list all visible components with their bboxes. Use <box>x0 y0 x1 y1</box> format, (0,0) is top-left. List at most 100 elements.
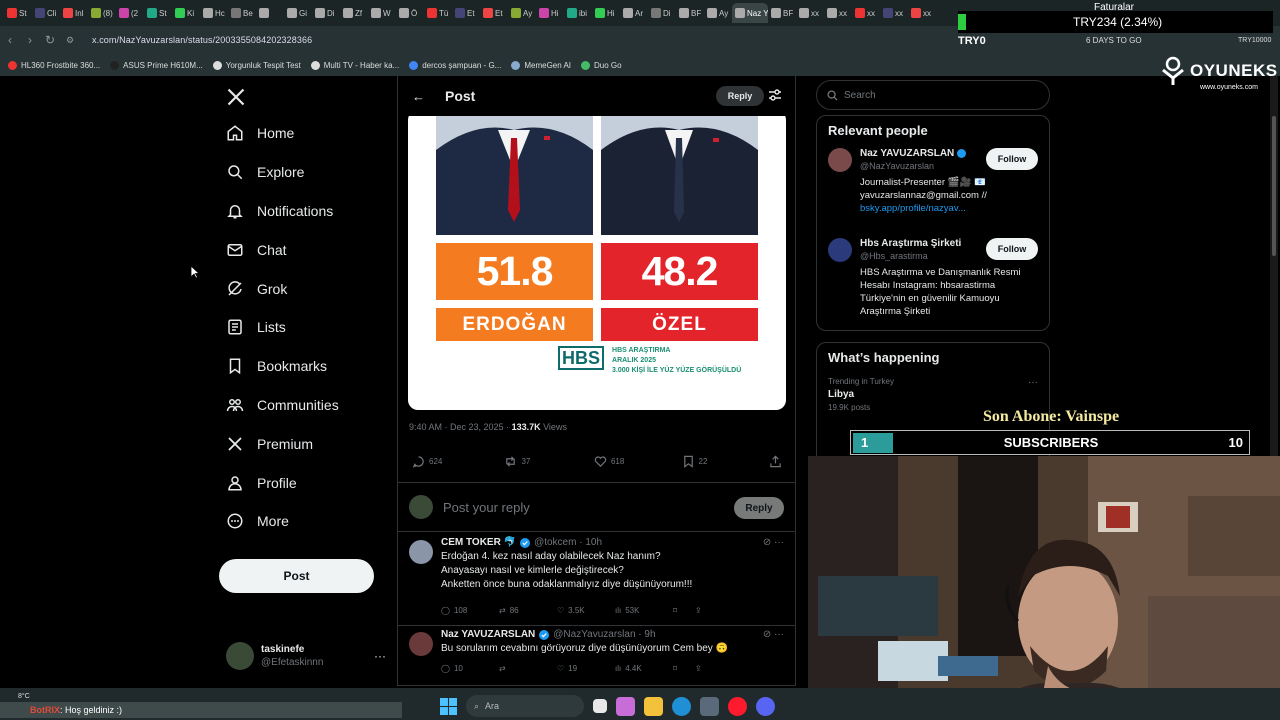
avatar[interactable] <box>409 540 433 564</box>
file-explorer-icon[interactable] <box>644 696 663 716</box>
url-field[interactable]: x.com/NazYavuzarslan/status/200335508420… <box>92 35 312 45</box>
task-view-icon[interactable] <box>593 699 607 713</box>
sidebar-item-lists[interactable]: Lists <box>212 308 392 347</box>
browser-tab[interactable]: xx <box>880 3 908 23</box>
browser-tab[interactable]: Gi <box>284 3 312 23</box>
reload-icon[interactable]: ↻ <box>40 33 60 47</box>
repost-action[interactable]: 37 <box>504 455 594 468</box>
trend-item[interactable]: Trending in Turkey Libya 19.9K posts ··· <box>828 377 1038 412</box>
person-link[interactable]: bsky.app/profile/nazyav... <box>860 202 1038 215</box>
reply-handle[interactable]: @NazYavuzarslan · 9h <box>553 629 655 640</box>
bookmark-item[interactable]: ASUS Prime H610M... <box>110 60 203 70</box>
account-switcher[interactable]: taskinefe @Efetaskinnn ··· <box>226 642 386 670</box>
like-action[interactable]: ♡ 3.5K <box>557 606 615 615</box>
bookmark-action[interactable]: ⌑ <box>673 664 695 673</box>
bookmark-item[interactable]: Multi TV - Haber ka... <box>310 60 399 70</box>
person-card[interactable]: Naz YAVUZARSLAN @NazYavuzarslan Journalis… <box>828 148 1038 228</box>
post-button[interactable]: Post <box>219 559 374 593</box>
reply-action[interactable]: ◯ 108 <box>441 606 499 615</box>
browser-tab[interactable]: Ki <box>172 3 200 23</box>
site-info-icon[interactable]: ⚙ <box>60 35 80 46</box>
share-action[interactable] <box>769 455 782 468</box>
repost-action[interactable]: ⇄ <box>499 664 557 673</box>
browser-tab[interactable]: Cli <box>32 3 60 23</box>
follow-button[interactable]: Follow <box>986 238 1038 260</box>
sidebar-item-home[interactable]: Home <box>212 114 392 153</box>
browser-tab[interactable]: Hc <box>200 3 228 23</box>
browser-tab[interactable]: Be <box>228 3 256 23</box>
sidebar-item-profile[interactable]: Profile <box>212 463 392 502</box>
bookmark-item[interactable]: dercos şampuan - G... <box>409 60 501 70</box>
browser-tab[interactable]: xx <box>824 3 852 23</box>
more-dots-icon[interactable]: ··· <box>374 649 386 663</box>
browser-tab[interactable]: Ar <box>620 3 648 23</box>
reply-handle[interactable]: @tokcem · 10h <box>534 537 602 548</box>
sidebar-item-more[interactable]: More <box>212 502 392 541</box>
browser-tab[interactable]: W <box>368 3 396 23</box>
sidebar-item-premium[interactable]: Premium <box>212 424 392 463</box>
follow-button[interactable]: Follow <box>986 148 1038 170</box>
reply-action[interactable]: ◯ 10 <box>441 664 499 673</box>
sliders-icon[interactable] <box>768 88 782 102</box>
copilot-icon[interactable] <box>616 696 635 716</box>
avatar[interactable] <box>828 238 852 262</box>
post-time[interactable]: 9:40 AM · Dec 23, 2025 · <box>409 422 512 432</box>
browser-tab[interactable]: BF <box>768 3 796 23</box>
browser-tab[interactable]: St <box>4 3 32 23</box>
more-dots-icon[interactable]: ··· <box>1028 377 1038 388</box>
back-icon[interactable]: ‹ <box>0 33 20 47</box>
reply-submit-button[interactable]: Reply <box>734 497 784 519</box>
extension-text-2[interactable]: TRY10000 <box>1238 37 1271 44</box>
views-action[interactable]: ılı 53K <box>615 606 673 615</box>
sidebar-item-bookmarks[interactable]: Bookmarks <box>212 347 392 386</box>
browser-tab[interactable]: Ay <box>704 3 732 23</box>
post-image[interactable]: 51.8 ERDOĞAN 48.2 ÖZEL HBS HBS ARAŞTIRMA… <box>408 110 786 410</box>
sidebar-item-chat[interactable]: Chat <box>212 230 392 269</box>
windows-start-icon[interactable] <box>440 697 457 715</box>
browser-tab[interactable]: Et <box>452 3 480 23</box>
reply-item[interactable]: Naz YAVUZARSLAN @NazYavuzarslan · 9h ⊘ ···… <box>398 626 795 686</box>
repost-action[interactable]: ⇄ 86 <box>499 606 557 615</box>
person-card[interactable]: Hbs Araştırma Şirketi @Hbs_arastirma HBS … <box>828 238 1038 318</box>
reply-header-button[interactable]: Reply <box>716 86 764 106</box>
discord-icon[interactable] <box>756 696 775 716</box>
browser-tab[interactable]: Di <box>648 3 676 23</box>
bookmark-item[interactable]: Duo Go <box>581 60 622 70</box>
scrollbar-thumb[interactable] <box>1272 116 1276 256</box>
browser-tab[interactable]: (2 <box>116 3 144 23</box>
browser-tab[interactable]: xx <box>908 3 936 23</box>
weather-widget[interactable]: 8°C <box>18 693 30 700</box>
bookmark-item[interactable]: Yorgunluk Tespit Test <box>212 60 301 70</box>
opera-icon[interactable] <box>728 696 747 716</box>
browser-tab[interactable]: (8) <box>88 3 116 23</box>
bookmark-action[interactable]: 22 <box>682 455 770 468</box>
x-logo-icon[interactable] <box>212 80 392 114</box>
browser-tab[interactable]: BF <box>676 3 704 23</box>
avatar[interactable] <box>409 632 433 656</box>
like-action[interactable]: ♡ 19 <box>557 664 615 673</box>
edge-icon[interactable] <box>672 696 691 716</box>
extension-text[interactable]: 6 DAYS TO GO <box>1086 36 1142 45</box>
search-input[interactable]: Search <box>816 80 1050 110</box>
reply-item[interactable]: CEM TOKER 🐬 @tokcem · 10h ⊘ ··· Erdoğan 4. … <box>398 534 795 626</box>
browser-tab[interactable]: Hi <box>536 3 564 23</box>
bookmark-item[interactable]: MemeGen AI <box>511 60 571 70</box>
browser-tab[interactable]: Zf <box>340 3 368 23</box>
avatar[interactable] <box>828 148 852 172</box>
views-action[interactable]: ılı 4.4K <box>615 664 673 673</box>
store-icon[interactable] <box>700 696 719 716</box>
taskbar-search[interactable]: ⌕ Ara <box>466 695 584 717</box>
like-action[interactable]: 618 <box>594 455 682 468</box>
back-arrow-icon[interactable]: ← <box>412 89 425 104</box>
browser-tab[interactable]: Naz Y <box>732 3 768 23</box>
sidebar-item-notifications[interactable]: Notifications <box>212 192 392 231</box>
bookmark-item[interactable]: HL360 Frostbite 360... <box>8 60 100 70</box>
browser-tab[interactable]: ibi <box>564 3 592 23</box>
sidebar-item-explore[interactable]: Explore <box>212 153 392 192</box>
share-action[interactable]: ⇪ <box>695 606 711 615</box>
browser-tab[interactable]: Ay <box>508 3 536 23</box>
sidebar-item-communities[interactable]: Communities <box>212 386 392 425</box>
browser-tab[interactable]: Ö <box>396 3 424 23</box>
browser-tab[interactable]: Tü <box>424 3 452 23</box>
browser-tab[interactable]: St <box>144 3 172 23</box>
